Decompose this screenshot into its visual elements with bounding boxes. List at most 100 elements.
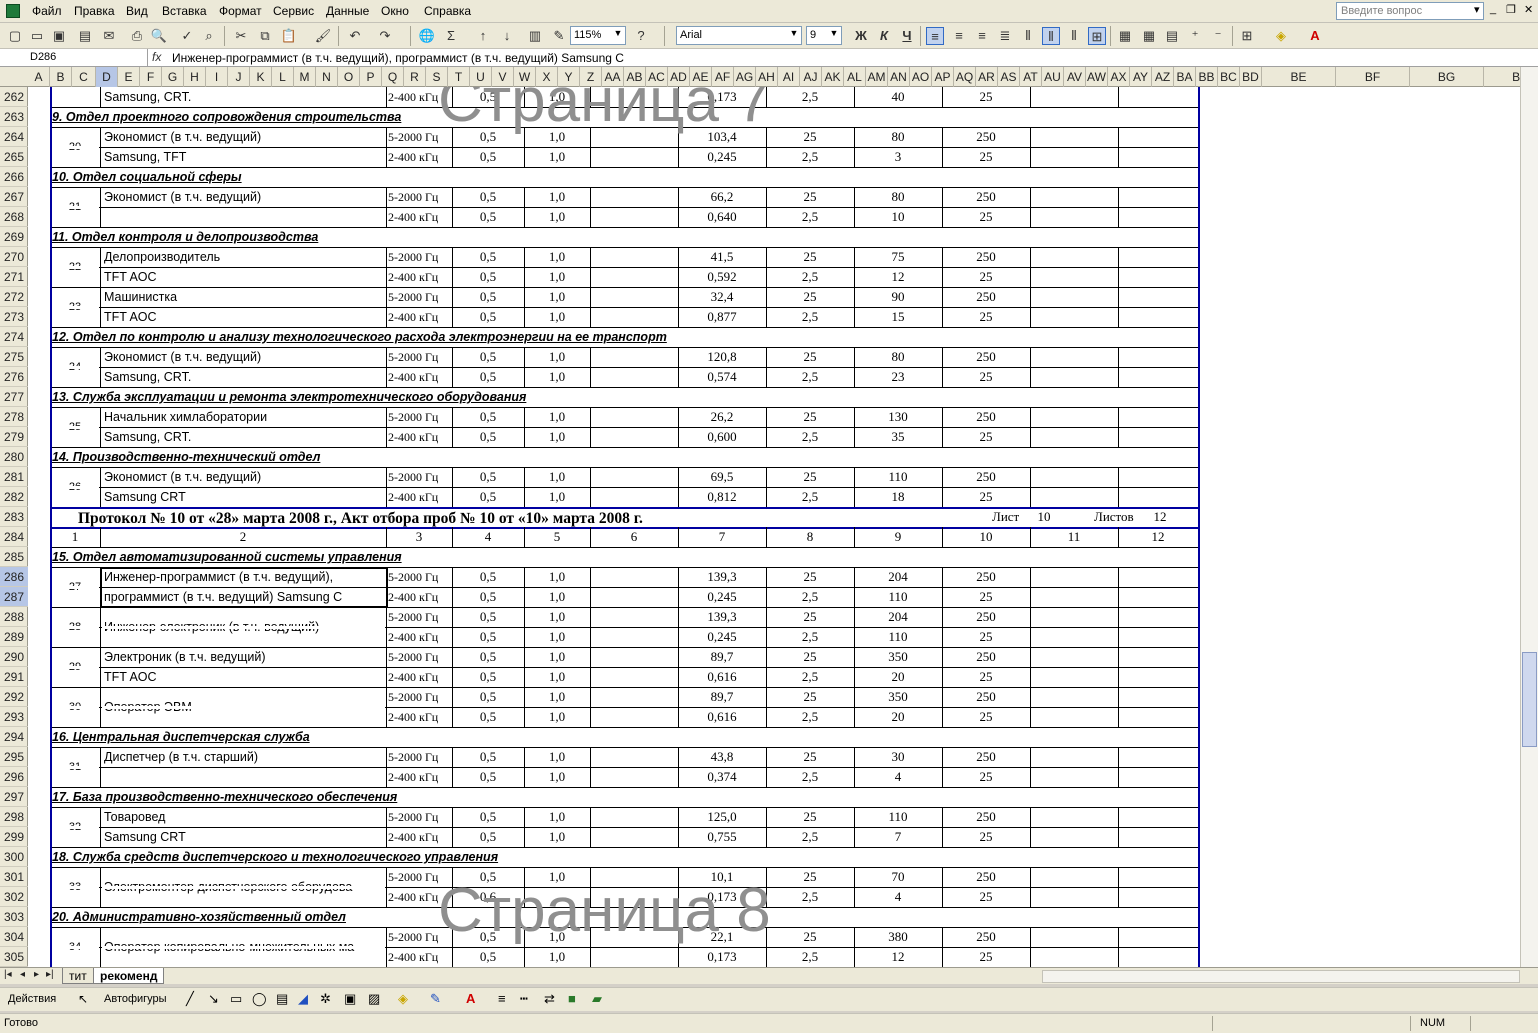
row-header[interactable]: 287 [0, 587, 28, 607]
column-header-ai[interactable]: AI [778, 67, 800, 87]
column-header-k[interactable]: K [250, 67, 272, 87]
textbox-icon[interactable]: ▤ [276, 991, 288, 1007]
research-icon[interactable]: ⌕ [200, 27, 218, 45]
row-header[interactable]: 273 [0, 307, 28, 327]
row-header[interactable]: 305 [0, 947, 28, 967]
column-header-r[interactable]: R [404, 67, 426, 87]
column-header-p[interactable]: P [360, 67, 382, 87]
horizontal-scrollbar[interactable] [1042, 970, 1520, 983]
column-header-q[interactable]: Q [382, 67, 404, 87]
menu-data[interactable]: Данные [326, 4, 369, 18]
column-header-x[interactable]: X [536, 67, 558, 87]
next-sheet-icon[interactable]: ▸ [34, 969, 39, 980]
column-header-be[interactable]: BE [1262, 67, 1336, 87]
column-header-u[interactable]: U [470, 67, 492, 87]
row-header[interactable]: 292 [0, 687, 28, 707]
row-header[interactable]: 283 [0, 507, 28, 527]
column-header-j[interactable]: J [228, 67, 250, 87]
paste-icon[interactable]: 📋 [280, 27, 298, 45]
question-dropdown-icon[interactable]: ▾ [1474, 3, 1480, 16]
zoom-select[interactable]: 115% ▼ [570, 26, 626, 45]
draw-actions-menu[interactable]: Действия [8, 993, 56, 1005]
column-header-an[interactable]: AN [888, 67, 910, 87]
row-header[interactable]: 300 [0, 847, 28, 867]
row-header[interactable]: 303 [0, 907, 28, 927]
line-icon[interactable]: ╱ [186, 991, 194, 1007]
row-header[interactable]: 282 [0, 487, 28, 507]
justify-distributed-icon[interactable]: ⦀ [1042, 27, 1060, 45]
underline-button[interactable]: Ч [898, 27, 916, 45]
column-header-s[interactable]: S [426, 67, 448, 87]
sort-ascending-icon[interactable]: ↑ [474, 27, 492, 45]
row-header[interactable]: 281 [0, 467, 28, 487]
increase-decimal-icon[interactable]: ⁺ [1186, 27, 1204, 45]
arrow-style-icon[interactable]: ⇄ [544, 991, 555, 1007]
row-header[interactable]: 272 [0, 287, 28, 307]
worksheet-grid[interactable]: Samsung, CRT. 2-400 кГц 0,5 1,0 0,173 2,5 40 25… [28, 87, 1520, 967]
chart-wizard-icon[interactable]: ▥ [526, 27, 544, 45]
menu-view[interactable]: Вид [126, 4, 148, 18]
row-header[interactable]: 274 [0, 327, 28, 347]
column-header-ap[interactable]: AP [932, 67, 954, 87]
row-header[interactable]: 265 [0, 147, 28, 167]
column-header-w[interactable]: W [514, 67, 536, 87]
column-header-z[interactable]: Z [580, 67, 602, 87]
help-icon[interactable]: ? [632, 27, 650, 45]
column-header-at[interactable]: AT [1020, 67, 1042, 87]
row-header[interactable]: 302 [0, 887, 28, 907]
save-icon[interactable]: ▣ [50, 27, 68, 45]
column-header-l[interactable]: L [272, 67, 294, 87]
column-header-t[interactable]: T [448, 67, 470, 87]
row-header[interactable]: 295 [0, 747, 28, 767]
excel-app-icon[interactable] [6, 4, 20, 18]
column-header-ah[interactable]: AH [756, 67, 778, 87]
restore-icon[interactable]: ❐ [1506, 3, 1516, 16]
open-icon[interactable]: ▭ [28, 27, 46, 45]
draw-font-color-icon[interactable]: A [466, 991, 475, 1006]
row-header[interactable]: 298 [0, 807, 28, 827]
column-header-a[interactable]: A [28, 67, 50, 87]
row-header[interactable]: 285 [0, 547, 28, 567]
row-header[interactable]: 293 [0, 707, 28, 727]
column-header-bd[interactable]: BD [1240, 67, 1262, 87]
distributed-2-icon[interactable]: ⦀ [1065, 27, 1083, 45]
row-header[interactable]: 288 [0, 607, 28, 627]
column-header-e[interactable]: E [118, 67, 140, 87]
diagram-icon[interactable]: ✲ [320, 991, 331, 1007]
column-header-bg[interactable]: BG [1410, 67, 1484, 87]
row-header[interactable]: 284 [0, 527, 28, 547]
picture-icon[interactable]: ▨ [368, 991, 380, 1007]
column-header-h[interactable]: H [184, 67, 206, 87]
drawing-icon[interactable]: ✎ [550, 27, 568, 45]
column-header-av[interactable]: AV [1064, 67, 1086, 87]
cut-icon[interactable]: ✂ [232, 27, 250, 45]
email-icon[interactable]: ✉ [100, 27, 118, 45]
justify-icon[interactable]: ≣ [996, 27, 1014, 45]
menu-edit[interactable]: Правка [74, 4, 115, 18]
font-name-dropdown-icon[interactable]: ▼ [788, 28, 800, 43]
column-header-b[interactable]: B [50, 67, 72, 87]
minimize-icon[interactable]: _ [1490, 3, 1496, 15]
column-header-as[interactable]: AS [998, 67, 1020, 87]
prev-sheet-icon[interactable]: ◂ [20, 969, 25, 980]
column-header-y[interactable]: Y [558, 67, 580, 87]
new-icon[interactable]: ▢ [6, 27, 24, 45]
align-center-icon[interactable]: ≡ [950, 27, 968, 45]
row-header[interactable]: 297 [0, 787, 28, 807]
column-header-g[interactable]: G [162, 67, 184, 87]
row-header[interactable]: 286 [0, 567, 28, 587]
row-header[interactable]: 270 [0, 247, 28, 267]
column-header-o[interactable]: O [338, 67, 360, 87]
column-header-aa[interactable]: AA [602, 67, 624, 87]
font-color-icon[interactable]: A [1306, 27, 1324, 45]
align-left-icon[interactable]: ≡ [926, 27, 944, 45]
column-header-m[interactable]: M [294, 67, 316, 87]
autosum-icon[interactable]: Σ [442, 27, 460, 45]
column-header-ao[interactable]: AO [910, 67, 932, 87]
permission-icon[interactable]: ▤ [76, 27, 94, 45]
row-header[interactable]: 269 [0, 227, 28, 247]
percent-icon[interactable]: ▦ [1140, 27, 1158, 45]
row-header[interactable]: 304 [0, 927, 28, 947]
column-header-bf[interactable]: BF [1336, 67, 1410, 87]
column-header-ae[interactable]: AE [690, 67, 712, 87]
